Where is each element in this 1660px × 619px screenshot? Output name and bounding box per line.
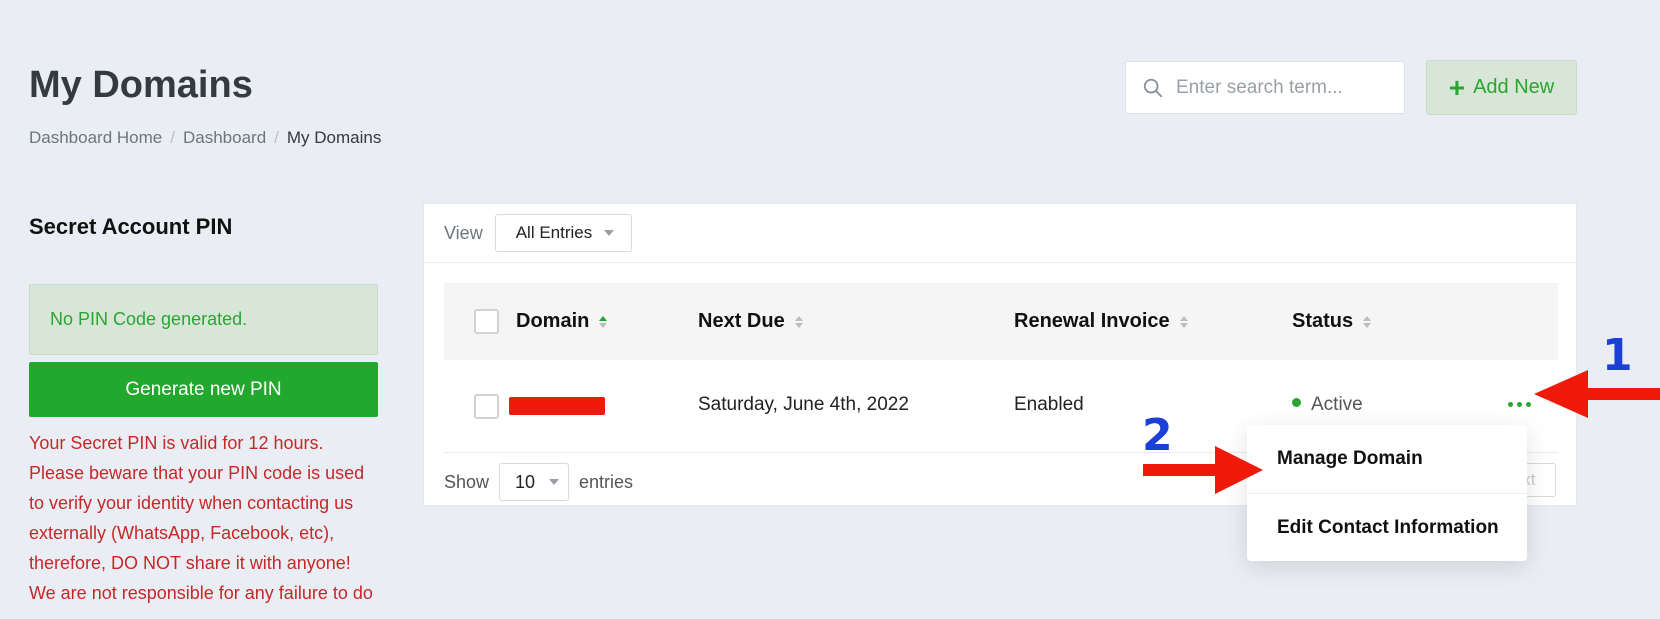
breadcrumb-separator: /	[274, 128, 279, 147]
redacted-domain	[509, 397, 605, 415]
status-cell: Active	[1292, 394, 1363, 416]
column-status-label: Status	[1292, 310, 1354, 332]
pin-warning-text: Your Secret PIN is valid for 12 hours. P…	[29, 433, 373, 603]
dot	[1517, 402, 1522, 407]
breadcrumb: Dashboard Home / Dashboard / My Domains	[29, 128, 381, 148]
caret-down-icon	[549, 479, 560, 485]
select-all-checkbox[interactable]	[474, 309, 499, 334]
search-icon	[1143, 78, 1163, 97]
breadcrumb-current: My Domains	[286, 128, 382, 147]
plus-icon: +	[1448, 71, 1466, 103]
column-domain-label: Domain	[516, 310, 590, 332]
page-title: My Domains	[29, 64, 253, 106]
pin-alert: No PIN Code generated.	[29, 284, 378, 355]
row-actions-dropdown: Manage Domain Edit Contact Information	[1247, 425, 1527, 561]
status-label: Active	[1311, 394, 1363, 415]
column-renewal-invoice-label: Renewal Invoice	[1014, 310, 1170, 332]
sort-icon	[599, 315, 608, 328]
renewal-invoice-cell: Enabled	[1014, 394, 1084, 415]
next-due-cell: Saturday, June 4th, 2022	[698, 394, 909, 415]
search-box[interactable]	[1125, 61, 1405, 114]
manage-domain-menu-item[interactable]: Manage Domain	[1247, 425, 1527, 493]
page-size-select[interactable]: 10	[499, 463, 570, 501]
view-selected-value: All Entries	[515, 223, 593, 242]
sort-icon	[1179, 315, 1188, 328]
annotation-arrow-1	[1534, 370, 1660, 418]
entries-label: entries	[579, 471, 634, 492]
add-new-label: Add New	[1473, 76, 1555, 98]
dot	[1508, 402, 1513, 407]
search-input[interactable]	[1176, 76, 1396, 99]
table-footer: Show 10 entries	[444, 463, 633, 501]
caret-down-icon	[604, 230, 615, 236]
column-status[interactable]: Status	[1292, 310, 1372, 333]
view-filter-select[interactable]: All Entries	[494, 214, 632, 252]
page-size-value: 10	[515, 471, 536, 492]
pin-section-title: Secret Account PIN	[29, 214, 233, 239]
column-next-due[interactable]: Next Due	[698, 310, 803, 333]
breadcrumb-dashboard-home[interactable]: Dashboard Home	[29, 128, 162, 148]
column-next-due-label: Next Due	[698, 310, 785, 332]
status-dot-icon	[1292, 398, 1301, 408]
breadcrumb-dashboard[interactable]: Dashboard	[183, 128, 266, 148]
generate-pin-button[interactable]: Generate new PIN	[29, 362, 378, 417]
annotation-number-1: 1	[1602, 330, 1633, 381]
show-label: Show	[444, 471, 490, 492]
column-renewal-invoice[interactable]: Renewal Invoice	[1014, 310, 1188, 333]
view-label: View	[444, 222, 483, 243]
annotation-number-2: 2	[1142, 410, 1173, 461]
row-actions-menu-button[interactable]	[1508, 402, 1531, 407]
column-domain[interactable]: Domain	[516, 310, 608, 333]
row-checkbox[interactable]	[474, 394, 499, 419]
add-new-button[interactable]: + Add New	[1426, 60, 1577, 115]
dot	[1526, 402, 1531, 407]
sort-icon	[794, 315, 803, 328]
breadcrumb-separator: /	[170, 128, 175, 147]
edit-contact-info-menu-item[interactable]: Edit Contact Information	[1247, 493, 1527, 561]
view-bar: View All Entries	[424, 204, 1576, 263]
sort-icon	[1363, 315, 1372, 328]
table-header: Domain Next Due Renewal Invoice Status	[444, 283, 1558, 360]
